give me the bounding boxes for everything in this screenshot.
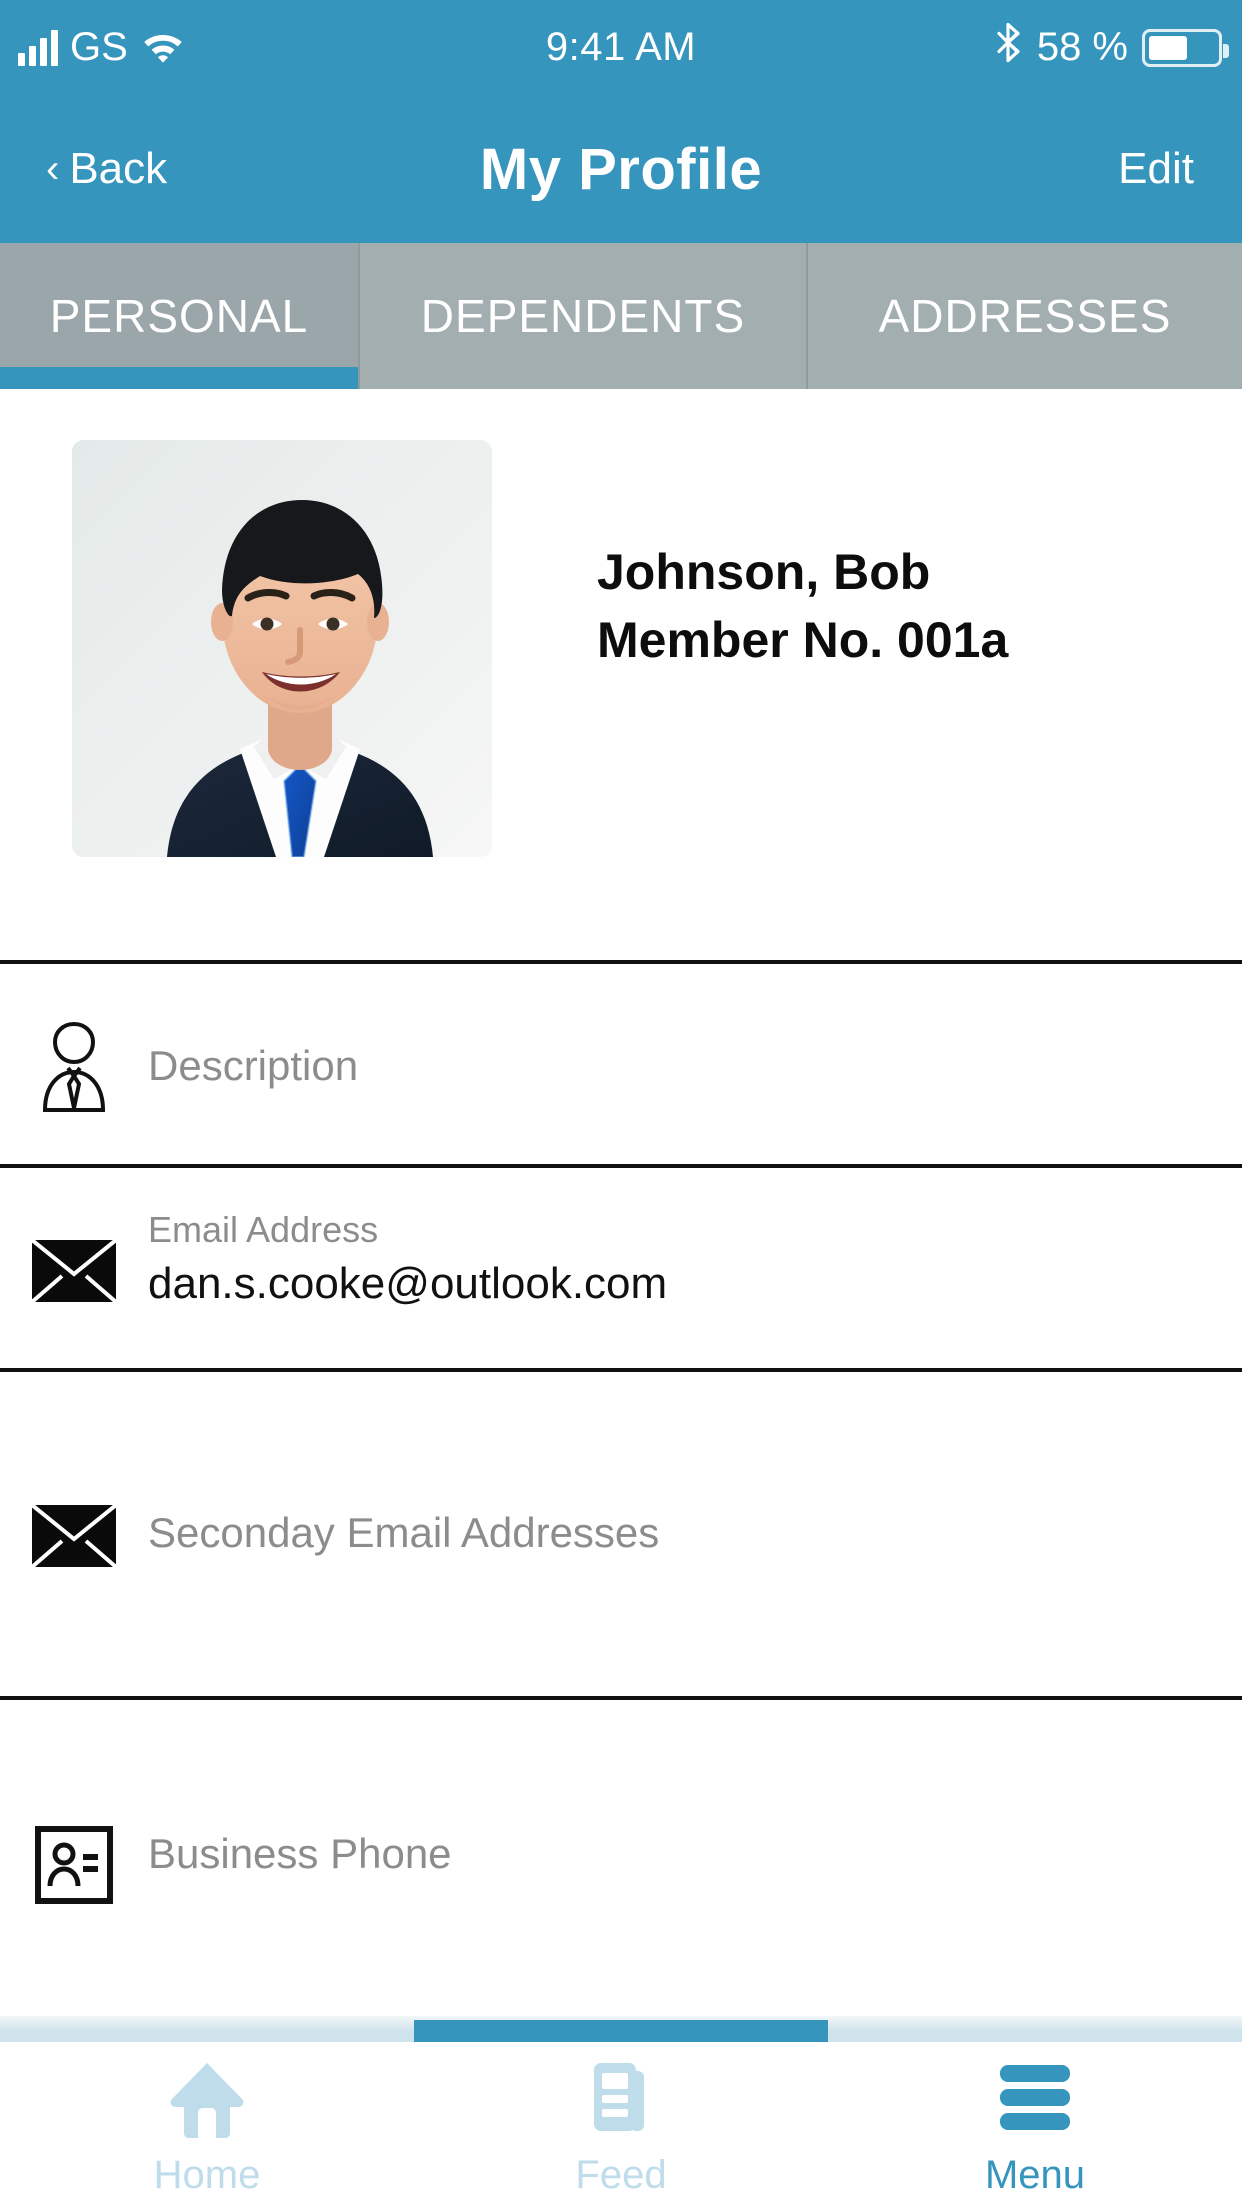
feed-icon [578, 2053, 664, 2139]
tab-dependents[interactable]: DEPENDENTS [358, 243, 808, 389]
bottom-tab-home-label: Home [153, 2152, 261, 2197]
field-text-description: Description [148, 1042, 358, 1090]
profile-photo [72, 440, 492, 857]
navigation-bar: ‹ Back My Profile Edit [0, 95, 1242, 243]
bottom-tab-feed[interactable]: Feed [414, 2042, 828, 2208]
clock-label: 9:41 AM [545, 25, 697, 69]
envelope-icon [32, 1240, 116, 1302]
page-title: My Profile [0, 95, 1242, 243]
field-label-secondary-email: Seconday Email Addresses [148, 1509, 660, 1556]
field-label-business-phone: Business Phone [148, 1830, 452, 1877]
bottom-tab-bar: Home Feed Menu [0, 2042, 1242, 2208]
bottom-tab-menu-label: Menu [984, 2152, 1086, 2197]
field-text-business-phone: Business Phone [148, 1830, 452, 1878]
edit-button[interactable]: Edit [1118, 95, 1194, 243]
field-text-secondary-email: Seconday Email Addresses [148, 1509, 659, 1557]
field-row-description[interactable]: Description [0, 960, 1242, 1164]
profile-identity: Johnson, Bob Member No. 001a [597, 539, 1008, 674]
bottom-tab-home[interactable]: Home [0, 2042, 414, 2208]
field-row-business-phone[interactable]: Business Phone [0, 1696, 1242, 2016]
battery-percent-label: 58 % [1036, 25, 1128, 69]
status-bar: GS 9:41 AM 58 % [0, 0, 1242, 95]
tab-dependents-label: DEPENDENTS [420, 290, 746, 342]
tab-personal-label: PERSONAL [49, 290, 309, 342]
field-label-email: Email Address [148, 1209, 379, 1250]
field-label-description: Description [148, 1042, 359, 1089]
profile-header: Johnson, Bob Member No. 001a [0, 389, 1242, 960]
field-text-email: Email Address dan.s.cooke@outlook.com [148, 1210, 667, 1311]
avatar[interactable] [72, 440, 492, 857]
field-value-email: dan.s.cooke@outlook.com [148, 1258, 668, 1308]
battery-icon [1142, 28, 1229, 67]
page-title-label: My Profile [479, 136, 763, 202]
tab-position-indicator-fill [414, 2020, 828, 2042]
phone-screen: GS 9:41 AM 58 % ‹ Back My Profile Edit P… [0, 0, 1242, 2208]
contact-card-icon [32, 1823, 116, 1907]
bottom-tab-feed-label: Feed [575, 2152, 667, 2197]
field-row-email[interactable]: Email Address dan.s.cooke@outlook.com [0, 1164, 1242, 1368]
bottom-tab-menu[interactable]: Menu [828, 2042, 1242, 2208]
tab-addresses[interactable]: ADDRESSES [808, 243, 1242, 389]
edit-button-label: Edit [1118, 144, 1194, 193]
bottom-bar: Home Feed Menu [0, 2016, 1242, 2208]
profile-member-no: Member No. 001a [597, 611, 1009, 668]
bluetooth-icon [995, 22, 1023, 73]
home-icon [164, 2053, 250, 2139]
profile-name: Johnson, Bob [597, 544, 931, 600]
field-row-secondary-email[interactable]: Seconday Email Addresses [0, 1368, 1242, 1696]
status-bar-right: 58 % [995, 0, 1229, 95]
business-person-icon [32, 1016, 116, 1116]
envelope-icon [32, 1505, 116, 1567]
hamburger-menu-icon [990, 2053, 1080, 2139]
tab-position-indicator [0, 2016, 1242, 2042]
tab-addresses-label: ADDRESSES [878, 290, 1172, 342]
segmented-tab-bar: PERSONAL DEPENDENTS ADDRESSES [0, 243, 1242, 389]
tab-personal[interactable]: PERSONAL [0, 243, 358, 389]
profile-field-list: Description Email Address dan.s.cooke@ou… [0, 960, 1242, 2020]
